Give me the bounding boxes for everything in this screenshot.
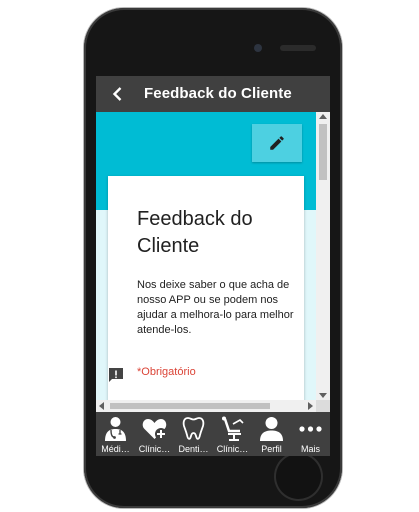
page-title: Feedback do Cliente xyxy=(144,85,292,102)
edit-button[interactable] xyxy=(252,124,302,162)
dental-chair-icon xyxy=(222,416,244,441)
scroll-right-arrow-icon[interactable] xyxy=(308,402,313,410)
nav-label: Mais xyxy=(300,444,320,454)
nav-label: Perfil xyxy=(261,444,282,454)
nav-label: Clínic… xyxy=(138,444,171,454)
pencil-icon xyxy=(270,136,284,150)
feedback-alert-icon[interactable] xyxy=(108,367,124,383)
form-content: Feedback do Cliente Nos deixe saber o qu… xyxy=(96,112,330,412)
camera xyxy=(254,44,262,52)
scroll-up-arrow-icon[interactable] xyxy=(319,114,327,119)
home-button[interactable] xyxy=(276,454,321,499)
scroll-left-arrow-icon[interactable] xyxy=(99,402,104,410)
back-arrow-icon[interactable] xyxy=(110,86,126,102)
speaker xyxy=(280,45,316,51)
app-screen: Feedback do Cliente Feedback do Cliente … xyxy=(96,76,330,456)
scrollbar-corner xyxy=(316,400,330,412)
bottom-navigation: Médi… Clínic… Denti… Clínic… Perfil Mais xyxy=(96,412,330,456)
nav-item-perfil[interactable]: Perfil xyxy=(252,412,291,456)
scroll-down-arrow-icon[interactable] xyxy=(319,393,327,398)
form-description: Nos deixe saber o que acha de nosso APP … xyxy=(137,279,294,336)
nav-item-medicos[interactable]: Médi… xyxy=(96,412,135,456)
nav-label: Denti… xyxy=(178,444,209,454)
horizontal-scroll-thumb[interactable] xyxy=(110,403,270,409)
nav-item-clinicas[interactable]: Clínic… xyxy=(135,412,174,456)
vertical-scrollbar[interactable] xyxy=(316,112,330,400)
nav-item-clinicas-odonto[interactable]: Clínic… xyxy=(213,412,252,456)
form-title: Feedback do Cliente xyxy=(137,208,253,257)
horizontal-scrollbar[interactable] xyxy=(96,400,316,412)
top-app-bar: Feedback do Cliente xyxy=(96,76,330,112)
doctor-icon xyxy=(105,417,126,441)
required-note: *Obrigatório xyxy=(137,366,196,378)
nav-item-mais[interactable]: Mais xyxy=(291,412,330,456)
nav-label: Médi… xyxy=(101,444,130,454)
vertical-scroll-thumb[interactable] xyxy=(319,124,327,180)
heart-plus-icon xyxy=(142,419,167,440)
form-card: Feedback do Cliente Nos deixe saber o qu… xyxy=(108,176,304,412)
person-icon xyxy=(260,417,283,441)
nav-label: Clínic… xyxy=(216,444,249,454)
nav-item-dentistas[interactable]: Denti… xyxy=(174,412,213,456)
tooth-icon xyxy=(182,417,205,440)
more-icon xyxy=(299,426,322,432)
